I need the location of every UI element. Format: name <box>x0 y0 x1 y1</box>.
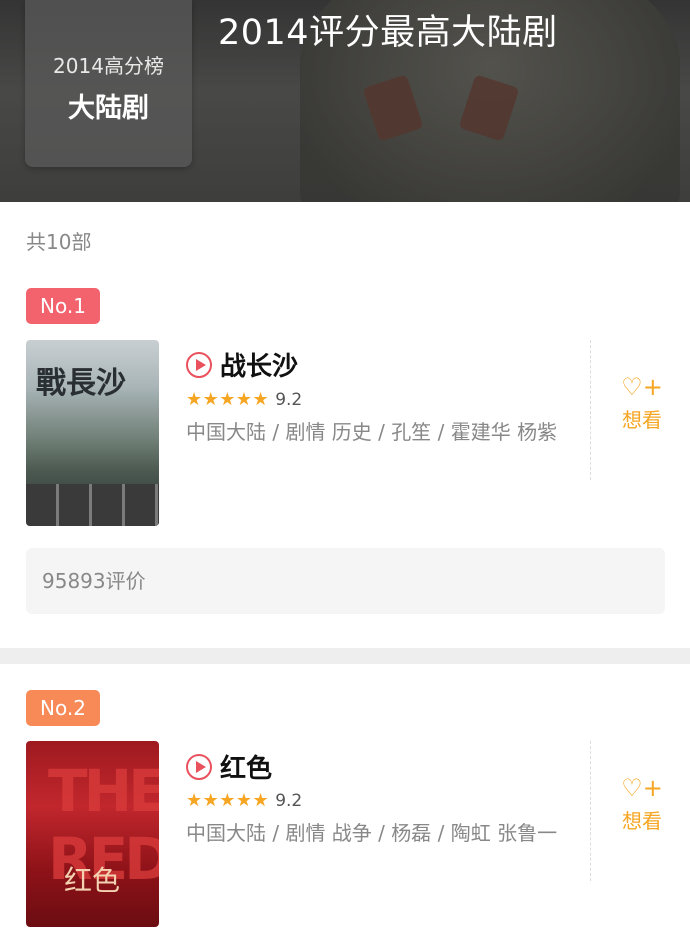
badge-title: 大陆剧 <box>68 93 149 124</box>
play-circle-icon[interactable] <box>186 753 212 780</box>
review-count[interactable]: 95893评价 <box>26 548 665 614</box>
rating-row: ★★★★★ 9.2 <box>186 389 302 410</box>
play-circle-icon[interactable] <box>186 351 212 378</box>
rating-score: 9.2 <box>275 790 303 811</box>
rank-badge: No.1 <box>26 288 100 324</box>
poster-image[interactable]: 戰長沙 <box>26 340 159 526</box>
page-title: 2014评分最高大陆剧 <box>218 13 558 53</box>
want-to-watch-button[interactable]: ♡+ 想看 <box>614 374 670 433</box>
star-rating: ★★★★★ <box>186 389 270 410</box>
show-meta: 中国大陆 / 剧情 历史 / 孔笙 / 霍建华 杨紫 <box>186 420 558 444</box>
title-row[interactable]: 战长沙 <box>186 346 298 383</box>
badge-subtitle: 2014高分榜 <box>53 54 164 78</box>
title-row[interactable]: 红色 <box>186 748 272 785</box>
show-title[interactable]: 红色 <box>220 748 272 785</box>
section-divider <box>0 648 690 664</box>
total-count: 共10部 <box>26 230 92 254</box>
list-badge: 2014高分榜 大陆剧 <box>25 0 192 167</box>
poster-image[interactable]: THE RED 红色 <box>26 741 159 927</box>
divider <box>590 340 591 480</box>
want-to-watch-button[interactable]: ♡+ 想看 <box>614 775 670 834</box>
poster-subtitle: 红色 <box>64 864 121 897</box>
rating-row: ★★★★★ 9.2 <box>186 790 302 811</box>
poster-title: 戰長沙 <box>36 366 126 401</box>
heart-plus-icon: ♡+ <box>621 774 663 802</box>
want-label: 想看 <box>622 809 662 833</box>
show-meta: 中国大陆 / 剧情 战争 / 杨磊 / 陶虹 张鲁一 <box>186 821 558 845</box>
heart-plus-icon: ♡+ <box>621 373 663 401</box>
star-rating: ★★★★★ <box>186 790 270 811</box>
show-title[interactable]: 战长沙 <box>220 346 298 383</box>
rating-score: 9.2 <box>275 389 303 410</box>
want-label: 想看 <box>622 408 662 432</box>
rank-badge: No.2 <box>26 690 100 726</box>
divider <box>590 741 591 881</box>
header-banner: 2014评分最高大陆剧 2014高分榜 大陆剧 <box>0 0 690 202</box>
